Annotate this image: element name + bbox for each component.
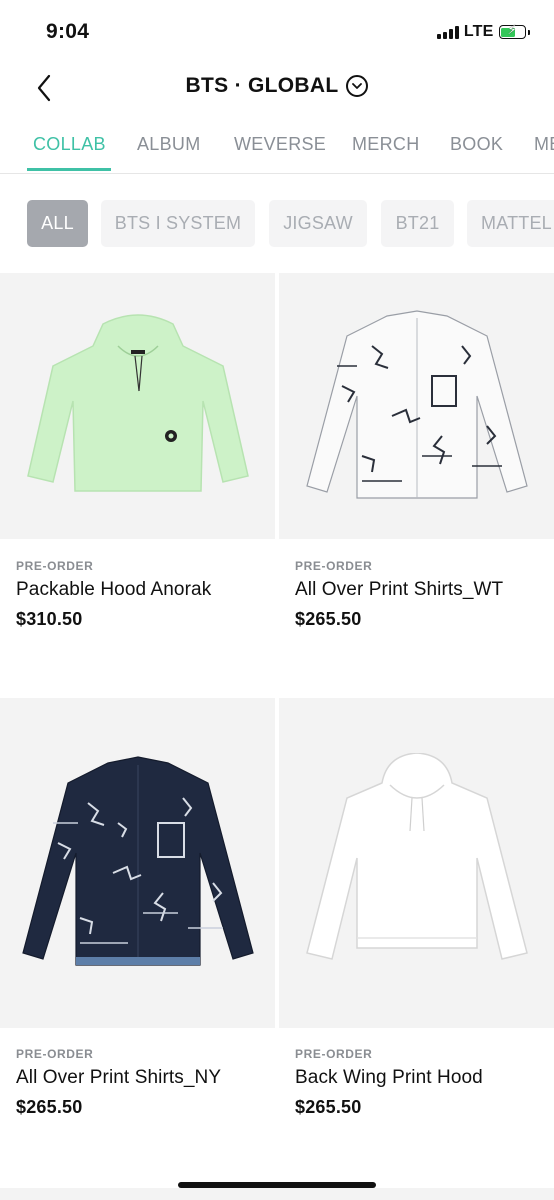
page-title: BTS · GLOBAL [185,74,339,97]
preorder-badge: PRE-ORDER [16,1047,94,1061]
chip-label: ALL [41,213,74,233]
tab-album[interactable]: ALBUM [137,134,201,155]
chip-all[interactable]: ALL [27,200,88,247]
battery-cap [527,29,530,35]
chip-label: BTS I SYSTEM [114,213,242,233]
product-card[interactable]: PRE-ORDER All Over Print Shirts_WT $265.… [279,273,554,697]
chip-mattel[interactable]: MATTEL [467,200,554,247]
category-tabs: COLLAB ALBUM WEVERSE MERCH BOOK ME [0,124,554,174]
preorder-badge: PRE-ORDER [16,559,94,573]
product-card[interactable]: PRE-ORDER Back Wing Print Hood $265.50 [279,698,554,1198]
product-image [279,698,554,1028]
product-price: $310.50 [16,609,83,629]
status-indicators: LTE ⚡ [436,23,530,41]
product-image [279,273,554,539]
chip-bt21[interactable]: BT21 [381,200,454,247]
chip-label: BT21 [395,213,440,233]
signal-icon [436,25,459,39]
filter-chips: ALL BTS I SYSTEM JIGSAW BT21 MATTEL [0,200,554,248]
product-card[interactable]: PRE-ORDER Packable Hood Anorak $310.50 [0,273,275,697]
status-bar: 9:04 LTE ⚡ [0,0,554,62]
tab-merch[interactable]: MERCH [352,134,420,155]
home-indicator[interactable] [178,1182,376,1188]
active-tab-indicator [27,168,111,171]
network-label: LTE [463,23,494,40]
product-name: All Over Print Shirts_WT [295,579,504,600]
chip-bts-system[interactable]: BTS I SYSTEM [101,200,255,247]
chip-label: JIGSAW [283,213,353,233]
product-image [0,273,275,539]
chevron-down-circle-icon[interactable] [346,75,369,97]
chip-label: MATTEL [481,213,552,233]
tab-collab[interactable]: COLLAB [33,134,106,155]
product-price: $265.50 [295,609,362,629]
tab-weverse[interactable]: WEVERSE [234,134,326,155]
status-time: 9:04 [46,20,90,43]
tab-book[interactable]: BOOK [450,134,503,155]
chip-jigsaw[interactable]: JIGSAW [269,200,367,247]
next-row-preview [0,1188,554,1200]
product-price: $265.50 [16,1097,83,1117]
battery-icon: ⚡ [498,23,526,39]
product-image [0,698,275,1028]
app-header: BTS · GLOBAL [0,62,554,116]
product-card[interactable]: PRE-ORDER All Over Print Shirts_NY $265.… [0,698,275,1198]
store-selector[interactable]: BTS · GLOBAL [0,74,554,98]
tab-more[interactable]: ME [534,134,554,155]
product-price: $265.50 [295,1097,362,1117]
preorder-badge: PRE-ORDER [295,1047,373,1061]
product-name: Back Wing Print Hood [295,1067,483,1088]
product-name: Packable Hood Anorak [16,579,212,600]
preorder-badge: PRE-ORDER [295,559,373,573]
product-name: All Over Print Shirts_NY [16,1067,222,1088]
